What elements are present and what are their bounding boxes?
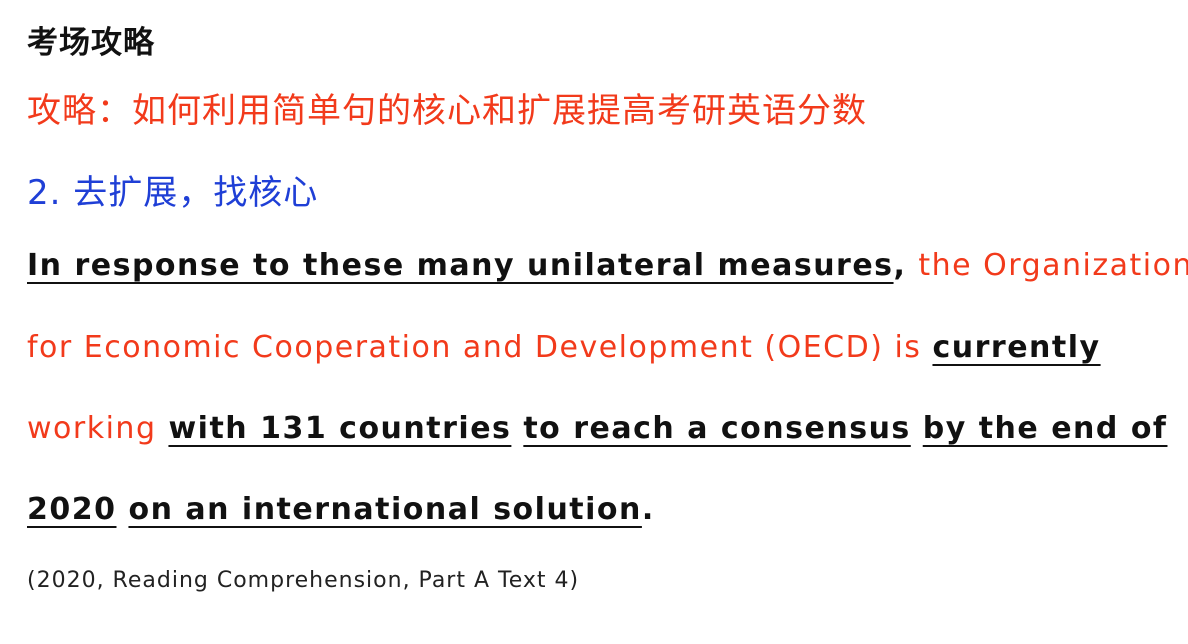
verb-working: working — [27, 411, 157, 446]
sentence-line-1: In response to these many unilateral mea… — [27, 248, 1188, 283]
comma: , — [893, 248, 919, 283]
sentence-line-4: 2020 on an international solution. — [27, 492, 655, 527]
strategy-heading: 攻略：如何利用简单句的核心和扩展提高考研英语分数 — [27, 91, 867, 131]
subject-part-2: for Economic Cooperation and Development… — [27, 330, 933, 365]
adverb-currently: currently — [932, 330, 1101, 365]
phrase-with-countries: with 131 countries — [168, 411, 512, 446]
phrase-on-solution: on an international solution — [128, 492, 642, 527]
phrase-in-response: In response to these many unilateral mea… — [27, 248, 894, 283]
step-heading: 2. 去扩展，找核心 — [27, 173, 319, 213]
citation: (2020, Reading Comprehension, Part A Tex… — [27, 568, 580, 593]
page-title: 考场攻略 — [27, 25, 155, 61]
year-2020: 2020 — [27, 492, 117, 527]
subject-part-1: the Organization — [918, 248, 1188, 283]
period: . — [641, 492, 655, 527]
phrase-to-reach: to reach a consensus — [523, 411, 911, 446]
phrase-by-end: by the end of — [922, 411, 1168, 446]
sentence-line-2: for Economic Cooperation and Development… — [27, 330, 1101, 365]
sentence-line-3: working with 131 countries to reach a co… — [27, 411, 1167, 446]
